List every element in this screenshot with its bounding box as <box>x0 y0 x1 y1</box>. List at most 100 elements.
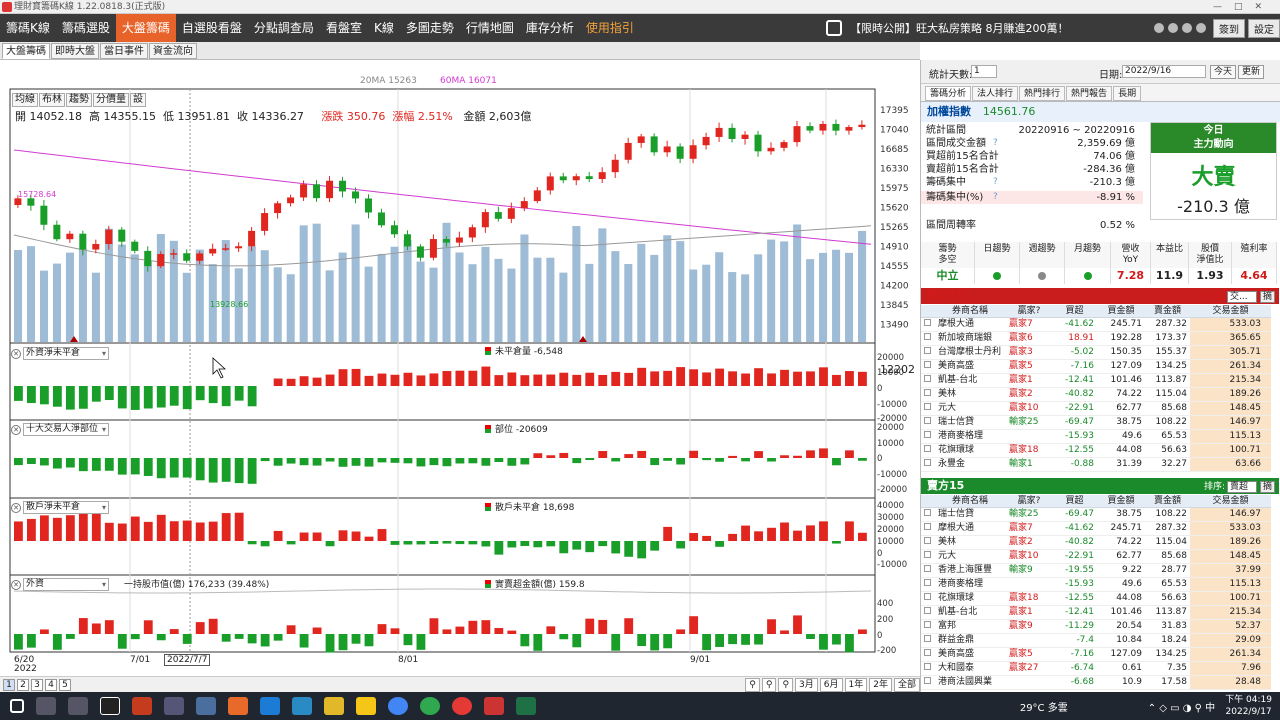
checkbox[interactable] <box>924 579 931 586</box>
excel-icon[interactable] <box>516 697 536 715</box>
bell-icon[interactable] <box>1154 23 1164 33</box>
range-button-4[interactable]: 全部 <box>893 677 920 692</box>
nav-item-9[interactable]: 庫存分析 <box>520 14 580 42</box>
task-view-icon[interactable] <box>68 697 88 715</box>
checkbox[interactable] <box>924 593 931 600</box>
checkbox[interactable] <box>924 361 931 368</box>
table-row[interactable]: 港商法國興業 -6.68 10.9 17.58 28.48 <box>921 676 1271 690</box>
nav-item-2[interactable]: 大盤籌碼 <box>115 14 176 42</box>
row-checkbox-cell[interactable] <box>921 536 934 549</box>
table-row[interactable]: 摩根大通 贏家7 -41.62 245.71 287.32 533.03 <box>921 318 1271 332</box>
app-icon-6[interactable] <box>324 697 344 715</box>
table-row[interactable]: 港商麥格理 -15.93 49.6 65.53 115.13 <box>921 578 1271 592</box>
range-button-1[interactable]: 6月 <box>819 677 843 692</box>
checkbox[interactable] <box>924 537 931 544</box>
user-icon[interactable] <box>1196 23 1206 33</box>
app-icon-5[interactable] <box>292 697 312 715</box>
row-checkbox-cell[interactable] <box>921 508 934 521</box>
subtab-3[interactable]: 資金流向 <box>149 43 197 59</box>
checkbox[interactable] <box>924 459 931 466</box>
panel-dropdown-0[interactable]: 外資淨未平倉 <box>23 347 109 360</box>
subtab-0[interactable]: 大盤籌碼 <box>2 43 50 59</box>
checkbox[interactable] <box>924 347 931 354</box>
clock[interactable]: 下午 04:19 2022/9/17 <box>1225 694 1272 718</box>
page-button-4[interactable]: 5 <box>59 678 71 691</box>
table-row[interactable]: 大和國泰 贏家27 -6.74 0.61 7.35 7.96 <box>921 662 1271 676</box>
indicator-button-4[interactable]: 設 <box>130 93 146 107</box>
nav-item-4[interactable]: 分點調查局 <box>248 14 320 42</box>
row-checkbox-cell[interactable] <box>921 578 934 591</box>
table-row[interactable]: 瑞士信貸 輸家25 -69.47 38.75 108.22 146.97 <box>921 508 1271 522</box>
row-checkbox-cell[interactable] <box>921 444 934 457</box>
indicator-button-0[interactable]: 均線 <box>12 93 38 107</box>
range-button-2[interactable]: 1年 <box>844 677 868 692</box>
table-row[interactable]: 凱基-台北 贏家1 -12.41 101.46 113.87 215.34 <box>921 606 1271 620</box>
indicator-button-2[interactable]: 趨勢 <box>66 93 92 107</box>
checkbox[interactable] <box>924 333 931 340</box>
window-controls[interactable]: —□✕ <box>1213 0 1274 14</box>
chrome-icon-2[interactable] <box>420 697 440 715</box>
table-row[interactable]: 凱基-台北 贏家1 -12.41 101.46 113.87 215.34 <box>921 374 1271 388</box>
checkbox[interactable] <box>924 403 931 410</box>
page-button-1[interactable]: 2 <box>17 678 29 691</box>
checkbox[interactable] <box>924 635 931 642</box>
checkbox[interactable] <box>924 389 931 396</box>
nav-item-7[interactable]: 多圖走勢 <box>400 14 460 42</box>
table-row[interactable]: 美商高盛 贏家5 -7.16 127.09 134.25 261.34 <box>921 360 1271 374</box>
help-icon[interactable]: ? <box>993 137 998 150</box>
close-icon[interactable]: ✕ <box>11 424 21 435</box>
indicator-button-1[interactable]: 布林 <box>39 93 65 107</box>
checkbox[interactable] <box>924 663 931 670</box>
range-button-0[interactable]: 3月 <box>795 677 818 692</box>
row-checkbox-cell[interactable] <box>921 388 934 401</box>
checkbox[interactable] <box>924 565 931 572</box>
checkbox[interactable] <box>924 375 931 382</box>
checkbox[interactable] <box>924 417 931 424</box>
table-row[interactable]: 花旗環球 贏家18 -12.55 44.08 56.63 100.71 <box>921 444 1271 458</box>
col-header-3[interactable]: 買金額 <box>1097 495 1145 507</box>
table-row[interactable]: 元大 贏家10 -22.91 62.77 85.68 148.45 <box>921 550 1271 564</box>
app-icon-2[interactable] <box>164 697 184 715</box>
page-button-3[interactable]: 4 <box>45 678 57 691</box>
right-tab-1[interactable]: 法人排行 <box>972 86 1019 101</box>
indicator-button-3[interactable]: 分價量 <box>93 93 129 107</box>
table-row[interactable]: 香港上海匯豐 輸家9 -19.55 9.22 28.77 37.99 <box>921 564 1271 578</box>
today-button[interactable]: 今天 <box>1210 65 1237 79</box>
range-button-3[interactable]: 2年 <box>869 677 892 692</box>
nav-item-0[interactable]: 籌碼K線 <box>0 14 56 42</box>
app-icon-3[interactable] <box>196 697 216 715</box>
checkbox[interactable] <box>924 551 931 558</box>
tray-icons[interactable]: ⌃ ◇ ▭ ◑ ⚲ 中 <box>1148 699 1215 714</box>
right-tab-3[interactable]: 熱門報告 <box>1066 86 1113 101</box>
table-row[interactable]: 富邦 贏家9 -11.29 20.54 31.83 52.37 <box>921 620 1271 634</box>
row-checkbox-cell[interactable] <box>921 346 934 359</box>
col-header-2[interactable]: 買超 <box>1052 495 1097 507</box>
subtab-1[interactable]: 即時大盤 <box>51 43 99 59</box>
table-row[interactable]: 元大 贏家10 -22.91 62.77 85.68 148.45 <box>921 402 1271 416</box>
col-header-0[interactable]: 券商名稱 <box>934 495 1006 507</box>
help-icon[interactable] <box>1168 23 1178 33</box>
row-checkbox-cell[interactable] <box>921 592 934 605</box>
table-row[interactable]: 美林 贏家2 -40.82 74.22 115.04 189.26 <box>921 536 1271 550</box>
table-row[interactable]: 摩根大通 贏家7 -41.62 245.71 287.32 533.03 <box>921 522 1271 536</box>
panel-dropdown-3[interactable]: 外資 <box>23 578 109 591</box>
row-checkbox-cell[interactable] <box>921 620 934 633</box>
page-button-0[interactable]: 1 <box>3 678 15 691</box>
chart-area[interactable]: 17395 17040 16685 16330 15975 15620 15265 14910… <box>0 60 920 674</box>
speaker-icon[interactable] <box>826 20 842 36</box>
col-header-0[interactable]: 券商名稱 <box>934 305 1006 317</box>
search-icon[interactable] <box>36 697 56 715</box>
checkin-button[interactable]: 簽到 <box>1213 18 1245 38</box>
nav-item-6[interactable]: K線 <box>368 14 400 42</box>
notion-icon[interactable] <box>100 697 120 715</box>
row-checkbox-cell[interactable] <box>921 402 934 415</box>
page-button-2[interactable]: 3 <box>31 678 43 691</box>
row-checkbox-cell[interactable] <box>921 458 934 471</box>
row-checkbox-cell[interactable] <box>921 318 934 331</box>
row-checkbox-cell[interactable] <box>921 634 934 647</box>
refresh-button[interactable]: 更新 <box>1238 65 1265 79</box>
maps-icon[interactable] <box>452 697 472 715</box>
checkbox[interactable] <box>924 677 931 684</box>
windows-start-icon[interactable] <box>10 699 24 713</box>
settings-button[interactable]: 設定 <box>1248 18 1280 38</box>
